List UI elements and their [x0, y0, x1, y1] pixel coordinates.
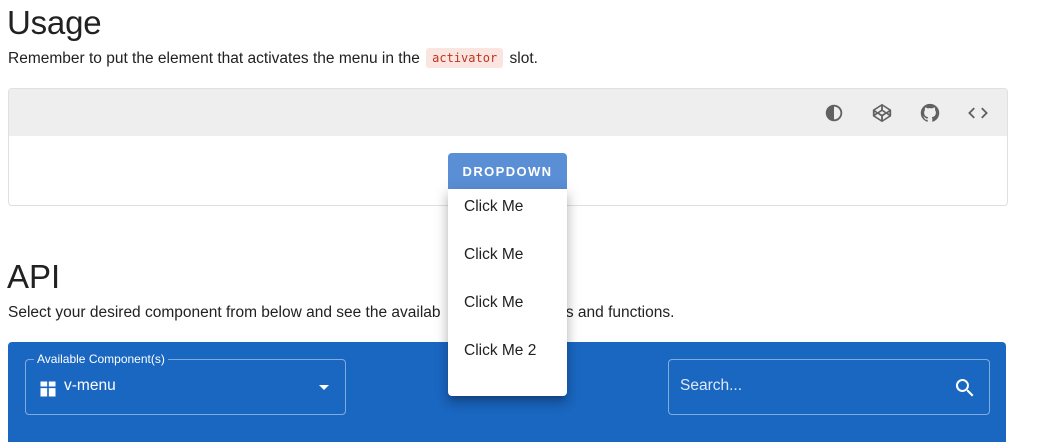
chevron-down-icon[interactable]	[319, 385, 329, 390]
api-description-start: Select your desired component from below…	[8, 304, 441, 321]
search-placeholder: Search...	[680, 377, 743, 394]
menu-item[interactable]: Click Me 2	[464, 342, 536, 360]
menu-item[interactable]: Click Me	[464, 198, 523, 216]
menu-item[interactable]: Click Me	[464, 246, 523, 264]
usage-text-before: Remember to put the element that activat…	[8, 50, 420, 67]
codepen-icon[interactable]	[870, 101, 894, 125]
invert-colors-icon[interactable]	[822, 101, 846, 125]
activator-code: activator	[426, 48, 504, 68]
code-tags-icon[interactable]	[966, 101, 990, 125]
github-icon[interactable]	[918, 101, 942, 125]
component-select[interactable]: Available Component(s) v-menu	[25, 352, 346, 415]
api-description: Select your desired component from below…	[8, 304, 674, 322]
usage-heading: Usage	[7, 4, 102, 41]
menu-item[interactable]: Click Me	[464, 294, 523, 312]
example-toolbar	[9, 89, 1007, 136]
view-dashboard-icon	[40, 381, 56, 397]
search-input[interactable]: Search...	[668, 359, 990, 415]
usage-description: Remember to put the element that activat…	[8, 48, 538, 68]
api-heading: API	[7, 258, 61, 295]
dropdown-menu: Click Me Click Me Click Me Click Me 2	[448, 189, 567, 396]
dropdown-button[interactable]: DROPDOWN	[448, 153, 567, 189]
component-select-value: v-menu	[64, 377, 116, 394]
search-icon[interactable]	[953, 376, 977, 400]
component-select-label: Available Component(s)	[34, 352, 168, 366]
usage-text-after: slot.	[509, 50, 538, 67]
